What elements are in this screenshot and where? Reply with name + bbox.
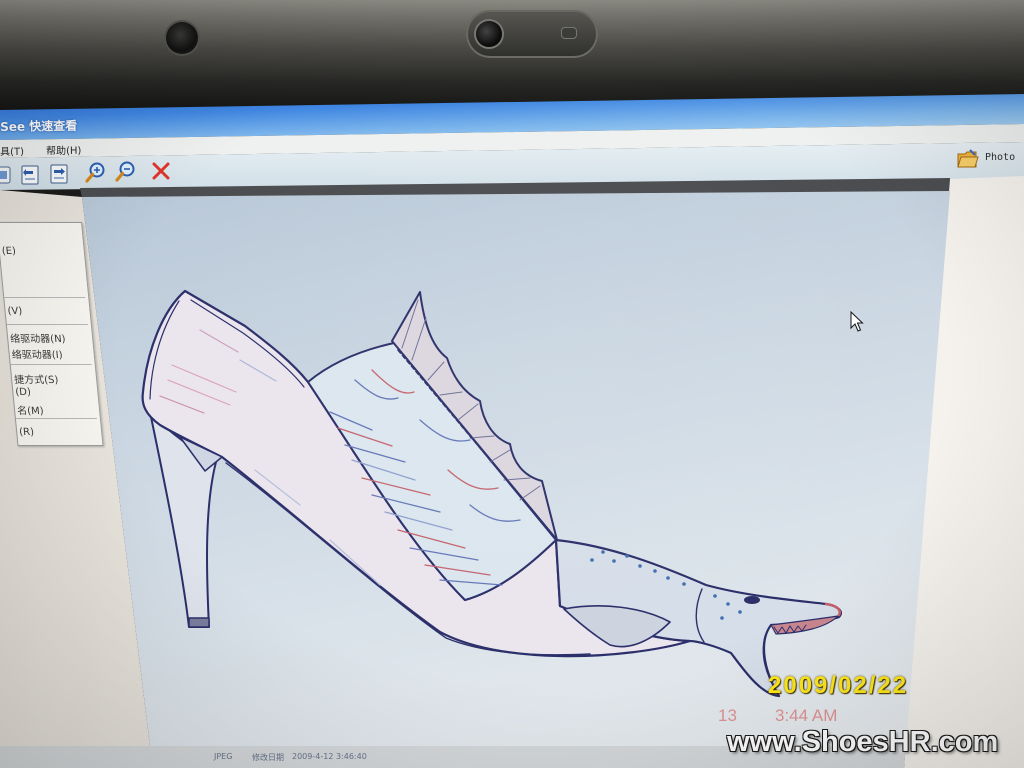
mouse-cursor-icon <box>850 311 864 332</box>
shoe-sketch <box>141 289 842 698</box>
overlay-number: 13 <box>718 706 737 725</box>
fish-eye <box>744 596 760 604</box>
camera-date-stamp: 2009/02/22 <box>768 672 909 699</box>
heel-tip <box>188 617 210 628</box>
site-watermark: www.ShoesHR.com <box>727 726 999 758</box>
overlay-time: 3:44 AM <box>775 706 838 725</box>
